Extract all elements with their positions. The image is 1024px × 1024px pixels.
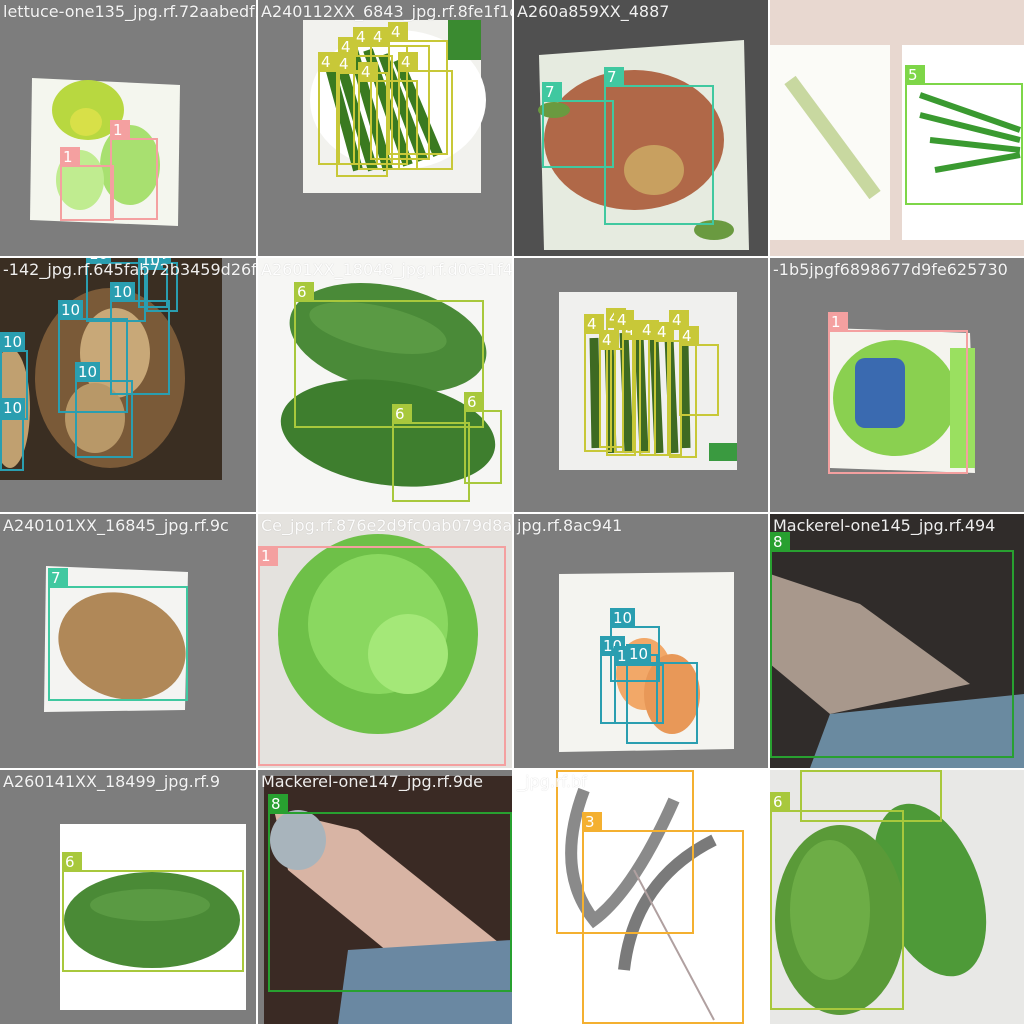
detection-box: 10 xyxy=(626,644,698,744)
detection-label: 3 xyxy=(582,812,602,832)
detection-label: 6 xyxy=(294,282,314,302)
tile-mackerel-2: 8 Mackerel-one147_jpg.rf.9de xyxy=(258,770,512,1024)
tile-sweetpotato-2: 7 A240101XX_16845_jpg.rf.9c xyxy=(0,514,256,768)
detection-box: 6 xyxy=(464,392,502,484)
detection-label: 4 xyxy=(388,22,408,42)
detection-label: 7 xyxy=(542,82,562,102)
detection-label: 10 xyxy=(626,644,652,664)
detection-label: 6 xyxy=(464,392,484,412)
image-caption: Mackerel-one145_jpg.rf.494 xyxy=(773,516,996,535)
detection-label: 1 xyxy=(60,147,80,167)
detection-label: 4 xyxy=(358,62,378,82)
image-caption: Ce_jpg.rf.876e2d9fc0ab079d8a09ea7f02c2 xyxy=(261,516,512,535)
detection-box: 1 xyxy=(110,120,158,220)
detection-box: 7 xyxy=(48,568,188,701)
detection-label: 10 xyxy=(58,300,84,320)
detection-box: 6 xyxy=(62,852,244,972)
detection-label: 6 xyxy=(392,404,412,424)
detection-label: 1 xyxy=(110,120,130,140)
image-caption: Mackerel-one147_jpg.rf.9de xyxy=(261,772,483,791)
tile-cucumber-3: 6 6 xyxy=(770,770,1024,1024)
tile-mackerel-1: 8 Mackerel-one145_jpg.rf.494 xyxy=(770,514,1024,768)
image-caption: A2601XX_18048_jpg.rf.d0c31f4gfd08c8589b7… xyxy=(261,260,512,279)
image-caption: jpg.rf.8ac941 xyxy=(517,516,623,535)
detection-label: 4 xyxy=(398,52,418,72)
tile-potatoes-2: 10 10 10 10 jpg.rf.8ac941 xyxy=(514,514,768,768)
detection-box: 3 xyxy=(582,812,744,1024)
image-caption: A240101XX_16845_jpg.rf.9c xyxy=(3,516,229,535)
detection-label: 10 xyxy=(110,282,136,302)
image-caption: _jpg.rf.bf xyxy=(517,772,587,791)
detection-box: 6 xyxy=(770,792,904,1010)
tile-cucumber-1: 6 6 6 A2601XX_18048_jpg.rf.d0c31f4gfd08c… xyxy=(258,258,512,512)
detection-label: 7 xyxy=(604,67,624,87)
detection-label: 4 xyxy=(336,54,356,74)
detection-label: 6 xyxy=(800,770,820,772)
tile-shrimp: 3 3 _jpg.rf.bf xyxy=(514,770,768,1024)
detection-box: 6 xyxy=(392,404,470,502)
tile-lettuce-3: 1 Ce_jpg.rf.876e2d9fc0ab079d8a09ea7f02c2 xyxy=(258,514,512,768)
image-caption: -1b5jpgf6898677d9fe625730 xyxy=(773,260,1008,279)
detection-box: 6 xyxy=(294,282,484,428)
detection-box: 10 xyxy=(0,398,26,471)
detection-box: 4 xyxy=(358,62,418,170)
detection-label: 5 xyxy=(905,65,925,85)
tile-cucumber-2: 6 A260141XX_18499_jpg.rf.9 xyxy=(0,770,256,1024)
tile-potato-basket: 10 10 10 10 10 10 10 10 -142_jpg.rf.645f… xyxy=(0,258,256,512)
detection-label: 10 xyxy=(610,608,636,628)
detection-label: 10 xyxy=(0,332,26,352)
detection-box: 7 xyxy=(604,67,714,225)
detection-label: 4 xyxy=(318,52,338,72)
tile-lettuce-2: 1 -1b5jpgf6898677d9fe625730 xyxy=(770,258,1024,512)
detection-label: 4 xyxy=(614,310,634,330)
detection-label: 10 xyxy=(0,398,26,418)
detection-label: 6 xyxy=(62,852,82,872)
detection-box: 1 xyxy=(60,147,114,221)
detection-label: 4 xyxy=(370,27,390,47)
tile-peppers-1: 4 4 4 4 4 4 4 4 A240112XX_6843_jpg.rf.8f… xyxy=(258,0,512,256)
detection-label: 6 xyxy=(770,792,790,812)
image-caption: lettuce-one135_jpg.rf.72aabedf20fe2856f7… xyxy=(3,2,256,21)
detection-label: 8 xyxy=(268,794,288,814)
image-caption: -142_jpg.rf.645fab72b3459d26f01d0... xyxy=(3,260,256,279)
detection-label: 10 xyxy=(75,362,101,382)
detection-box: 4 xyxy=(679,326,719,416)
detection-box: 4 xyxy=(614,310,634,453)
image-caption: A240112XX_6843_jpg.rf.8fe1f1c_jpg.rf.6a7… xyxy=(261,2,512,21)
detection-label: 1 xyxy=(258,546,278,566)
detection-box: 8 xyxy=(770,532,1014,758)
detection-label: 7 xyxy=(48,568,68,588)
tile-peppers-2: 4 4 4 4 4 4 4 4 4 xyxy=(514,258,768,512)
tile-lettuce-1: 1 1 lettuce-one135_jpg.rf.72aabedf20fe28… xyxy=(0,0,256,256)
detection-box: 5 xyxy=(905,65,1023,205)
image-caption: A260141XX_18499_jpg.rf.9 xyxy=(3,772,220,791)
detection-box: 8 xyxy=(268,794,512,992)
detection-box: 10 xyxy=(75,362,133,458)
image-caption: A260a859XX_4887 xyxy=(517,2,670,21)
detection-label: 1 xyxy=(828,312,848,332)
tile-greenonion-1: 5 xyxy=(770,0,1024,256)
mosaic-grid: 1 1 lettuce-one135_jpg.rf.72aabedf20fe28… xyxy=(0,0,1024,1024)
tile-sweetpotato-1: 7 7 A260a859XX_4887 xyxy=(514,0,768,256)
detection-label: 4 xyxy=(679,326,699,346)
detection-box: 1 xyxy=(258,546,506,766)
detection-box: 1 xyxy=(828,312,968,474)
